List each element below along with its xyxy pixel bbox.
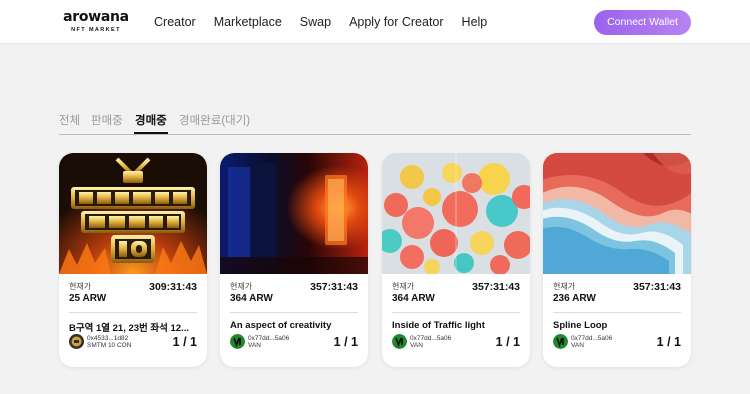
nft-title[interactable]: B구역 1열 21, 23번 좌석 12... — [69, 320, 197, 334]
filter-tabs: 전체 판매중 경매중 경매완료(대기) — [59, 111, 691, 135]
nft-card[interactable]: 현재가 364 ARW 357:31:43 Inside of Traffic … — [382, 153, 530, 367]
nft-card[interactable]: 현재가 25 ARW 309:31:43 B구역 1열 21, 23번 좌석 1… — [59, 153, 207, 367]
owner-avatar[interactable] — [230, 334, 245, 349]
price-label: 현재가 — [553, 282, 576, 291]
nav-marketplace[interactable]: Marketplace — [214, 14, 282, 30]
nft-thumbnail-show-me-the-money[interactable] — [59, 153, 207, 274]
current-price: 25 ARW — [69, 293, 107, 304]
owner-avatar[interactable] — [69, 334, 84, 349]
auction-timer: 357:31:43 — [633, 281, 681, 293]
nav-help[interactable]: Help — [462, 14, 488, 30]
active-tab-indicator — [134, 132, 168, 134]
current-price: 236 ARW — [553, 293, 596, 304]
price-label: 현재가 — [392, 282, 415, 291]
current-price: 364 ARW — [392, 293, 435, 304]
tab-auction-ended[interactable]: 경매완료(대기) — [179, 113, 250, 129]
owner-name: VAN — [571, 342, 584, 349]
tab-auction[interactable]: 경매중 — [135, 113, 167, 129]
owner-name: VAN — [410, 342, 423, 349]
tab-all[interactable]: 전체 — [59, 113, 80, 129]
nav-creator[interactable]: Creator — [154, 14, 196, 30]
logo-text: arowana — [63, 9, 129, 25]
nft-card[interactable]: 현재가 236 ARW 357:31:43 Spline Loop 0x77dd… — [543, 153, 691, 367]
card-divider — [230, 312, 358, 313]
edition-count: 1 / 1 — [656, 335, 681, 349]
nft-title[interactable]: Spline Loop — [553, 320, 681, 331]
card-divider — [392, 312, 520, 313]
auction-timer: 309:31:43 — [149, 281, 197, 293]
auction-timer: 357:31:43 — [310, 281, 358, 293]
auction-timer: 357:31:43 — [472, 281, 520, 293]
edition-count: 1 / 1 — [495, 335, 520, 349]
owner-name: VAN — [248, 342, 261, 349]
nav-swap[interactable]: Swap — [300, 14, 331, 30]
logo-subtitle: NFT MARKET — [71, 27, 121, 33]
price-label: 현재가 — [69, 282, 92, 291]
nft-card[interactable]: 현재가 364 ARW 357:31:43 An aspect of creat… — [220, 153, 368, 367]
owner-avatar[interactable] — [392, 334, 407, 349]
nav-apply-for-creator[interactable]: Apply for Creator — [349, 14, 443, 30]
card-divider — [69, 312, 197, 313]
owner-avatar[interactable] — [553, 334, 568, 349]
arowana-logo[interactable]: arowana NFT MARKET — [57, 10, 135, 33]
main-nav: Creator Marketplace Swap Apply for Creat… — [154, 14, 505, 30]
owner-name: SMTM 10 CON — [87, 342, 132, 349]
nft-title[interactable]: An aspect of creativity — [230, 320, 358, 331]
edition-count: 1 / 1 — [172, 335, 197, 349]
connect-wallet-button[interactable]: Connect Wallet — [594, 10, 691, 35]
top-header: arowana NFT MARKET Creator Marketplace S… — [0, 0, 750, 44]
tab-on-sale[interactable]: 판매중 — [91, 113, 123, 129]
price-label: 현재가 — [230, 282, 253, 291]
nft-title[interactable]: Inside of Traffic light — [392, 320, 520, 331]
owner-address: 0x77dd...5a06 — [571, 335, 613, 342]
nft-thumbnail-spline-loop[interactable] — [543, 153, 691, 274]
edition-count: 1 / 1 — [333, 335, 358, 349]
nft-thumbnail-colorful-balls[interactable] — [382, 153, 530, 274]
card-divider — [553, 312, 681, 313]
owner-address: 0x4533...1d82 — [87, 335, 129, 342]
current-price: 364 ARW — [230, 293, 273, 304]
owner-address: 0x77dd...5a06 — [410, 335, 452, 342]
owner-address: 0x77dd...5a06 — [248, 335, 290, 342]
nft-thumbnail-red-blue-room[interactable] — [220, 153, 368, 274]
